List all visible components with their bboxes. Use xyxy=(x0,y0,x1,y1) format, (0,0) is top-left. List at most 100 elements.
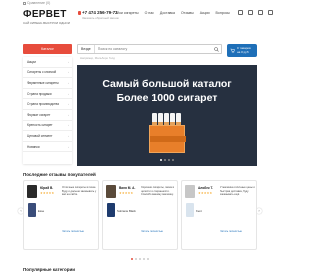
catalog-button[interactable]: Каталог xyxy=(23,44,72,54)
nav-item-about[interactable]: О нас xyxy=(145,11,154,15)
product-name[interactable]: Kent xyxy=(196,209,218,213)
popular-heading: Популярные категории xyxy=(23,267,75,272)
product-name[interactable]: Esse xyxy=(38,209,60,213)
reviews-pagination xyxy=(0,258,280,260)
reviews-carousel: Юрий В. ★★★★★ Отличные сигареты в пачке. Б… xyxy=(23,180,257,250)
nav-item-my-cigarettes[interactable]: Мои сигареты xyxy=(116,11,139,15)
user-icon[interactable] xyxy=(258,10,263,15)
banner-dot[interactable] xyxy=(160,159,162,161)
review-text: Отличные сигареты в пачке. Буду и дальше… xyxy=(62,186,97,197)
banner-title: Самый большой каталог xyxy=(102,78,232,90)
chevron-right-icon: › xyxy=(68,70,69,75)
banner-dot[interactable] xyxy=(164,159,166,161)
sidebar-item-new[interactable]: Новинки › xyxy=(23,142,72,153)
avatar xyxy=(27,185,37,198)
sidebar-item-strength[interactable]: Крепость сигарет › xyxy=(23,121,72,132)
reviews-dot[interactable] xyxy=(139,258,141,260)
banner-dot[interactable] xyxy=(168,159,170,161)
search-scope-select[interactable]: Везде xyxy=(78,45,95,53)
sidebar-item-label: Страна продажи xyxy=(27,91,52,96)
reviews-dot[interactable] xyxy=(135,258,137,260)
product-image[interactable] xyxy=(107,203,115,217)
rating-stars: ★★★★★ xyxy=(40,191,55,195)
read-more-link[interactable]: Читать полностью xyxy=(141,230,163,233)
chevron-right-icon: › xyxy=(68,144,69,149)
cart-total: на 0 руб xyxy=(237,49,249,54)
sidebar-item-label: Страна производства xyxy=(27,102,59,107)
chevron-right-icon: › xyxy=(68,123,69,128)
site-logo[interactable]: ФЕРВЕТ xyxy=(23,9,67,20)
product-name[interactable]: Sobranie Black xyxy=(117,209,139,213)
product-image[interactable] xyxy=(186,203,194,217)
phone-icon xyxy=(78,11,81,15)
reviewer-name: Юрий В. xyxy=(40,186,54,190)
sidebar-item-label: Формат сигарет xyxy=(27,112,51,117)
cigarette-pack-image xyxy=(149,113,186,153)
sidebar-item-label: Акции xyxy=(27,59,36,64)
search-button[interactable] xyxy=(211,45,221,54)
avatar xyxy=(106,185,116,198)
site-tagline: САЙ КИПЕНЬ ВЫСТРОИ ОДНОИ xyxy=(23,21,70,25)
sidebar-item-label: Новинки xyxy=(27,144,40,149)
rating-stars: ★★★★★ xyxy=(198,191,213,195)
search-input[interactable] xyxy=(94,45,211,53)
review-card[interactable]: Ваня М. А. ★★★★★ Хорошие сигареты, пачка в… xyxy=(102,180,178,250)
nav-item-promos[interactable]: Акции xyxy=(200,11,210,15)
search-box: Везде xyxy=(77,44,222,54)
review-text: Хорошие сигареты, пачка в целости и сохр… xyxy=(141,186,174,197)
sidebar-item-button-cigarettes[interactable]: Сигареты с кнопкой › xyxy=(23,68,72,79)
chevron-right-icon: › xyxy=(68,102,69,107)
sidebar-item-format[interactable]: Формат сигарет › xyxy=(23,110,72,121)
read-more-link[interactable]: Читать полностью xyxy=(62,230,84,233)
search-icon[interactable] xyxy=(238,10,243,15)
reviews-heading: Последние отзывы покупателей xyxy=(23,172,96,177)
sidebar-item-brand-cigarettes[interactable]: Фирменные сигареты › xyxy=(23,78,72,89)
chevron-right-icon: › xyxy=(68,133,69,138)
compare-icon xyxy=(23,1,26,5)
promo-banner[interactable]: Самый большой каталог Более 1000 сигарет xyxy=(77,65,257,166)
nav-item-delivery[interactable]: Доставка xyxy=(160,11,175,15)
review-card[interactable]: Алибек Т. ★★★★★ У магазина отличные цены и… xyxy=(181,180,257,250)
chevron-right-icon: › xyxy=(68,80,69,85)
heart-icon[interactable] xyxy=(248,10,253,15)
phone-number[interactable]: +7 474 256-79-72 xyxy=(82,10,118,15)
sidebar-item-production-country[interactable]: Страна производства › xyxy=(23,99,72,110)
sidebar-item-price-segment[interactable]: Ценовой сегмент › xyxy=(23,131,72,142)
sidebar-item-promos[interactable]: Акции › xyxy=(23,57,72,68)
reviews-dot[interactable] xyxy=(143,258,145,260)
compare-label: Сравнение (0) xyxy=(27,1,51,5)
search-hint: Например, Мальборо Голд xyxy=(80,56,115,60)
avatar xyxy=(185,185,195,198)
cart-icon[interactable] xyxy=(268,10,273,15)
reviews-dot[interactable] xyxy=(147,258,149,260)
cart-button[interactable]: 0 товаров на 0 руб xyxy=(227,44,257,57)
banner-dot[interactable] xyxy=(172,159,174,161)
top-bar: Сравнение (0) xyxy=(0,0,280,8)
chevron-right-icon: › xyxy=(68,91,69,96)
catalog-menu: Акции › Сигареты с кнопкой › Фирменные сиг… xyxy=(23,57,72,164)
cart-icon xyxy=(230,48,235,53)
review-text: У магазина отличные цены и быстрая доста… xyxy=(220,186,255,197)
sidebar-item-label: Ценовой сегмент xyxy=(27,133,53,138)
reviewer-name: Алибек Т. xyxy=(198,186,213,190)
chevron-right-icon: › xyxy=(68,59,69,64)
nav-item-reviews[interactable]: Отзывы xyxy=(181,11,194,15)
sidebar-item-label: Сигареты с кнопкой xyxy=(27,70,57,75)
product-image[interactable] xyxy=(28,203,36,217)
nav-item-questions[interactable]: Вопросы xyxy=(216,11,230,15)
magnifier-icon xyxy=(213,46,219,52)
sidebar-item-sale-country[interactable]: Страна продажи › xyxy=(23,89,72,100)
review-card[interactable]: Юрий В. ★★★★★ Отличные сигареты в пачке. Б… xyxy=(23,180,99,250)
rating-stars: ★★★★★ xyxy=(119,191,134,195)
banner-subtitle: Более 1000 сигарет xyxy=(116,92,218,104)
read-more-link[interactable]: Читать полностью xyxy=(220,230,242,233)
top-nav: Мои сигареты О нас Доставка Отзывы Акции… xyxy=(116,11,230,15)
compare-link[interactable]: Сравнение (0) xyxy=(23,1,50,5)
callback-link[interactable]: Заказать обратный звонок xyxy=(82,16,119,20)
reviewer-name: Ваня М. А. xyxy=(119,186,136,190)
sidebar-item-label: Крепость сигарет xyxy=(27,123,53,128)
chevron-right-icon: › xyxy=(68,112,69,117)
sidebar-item-label: Фирменные сигареты xyxy=(27,80,59,85)
header-icons xyxy=(238,10,273,15)
reviews-dot[interactable] xyxy=(131,258,133,260)
